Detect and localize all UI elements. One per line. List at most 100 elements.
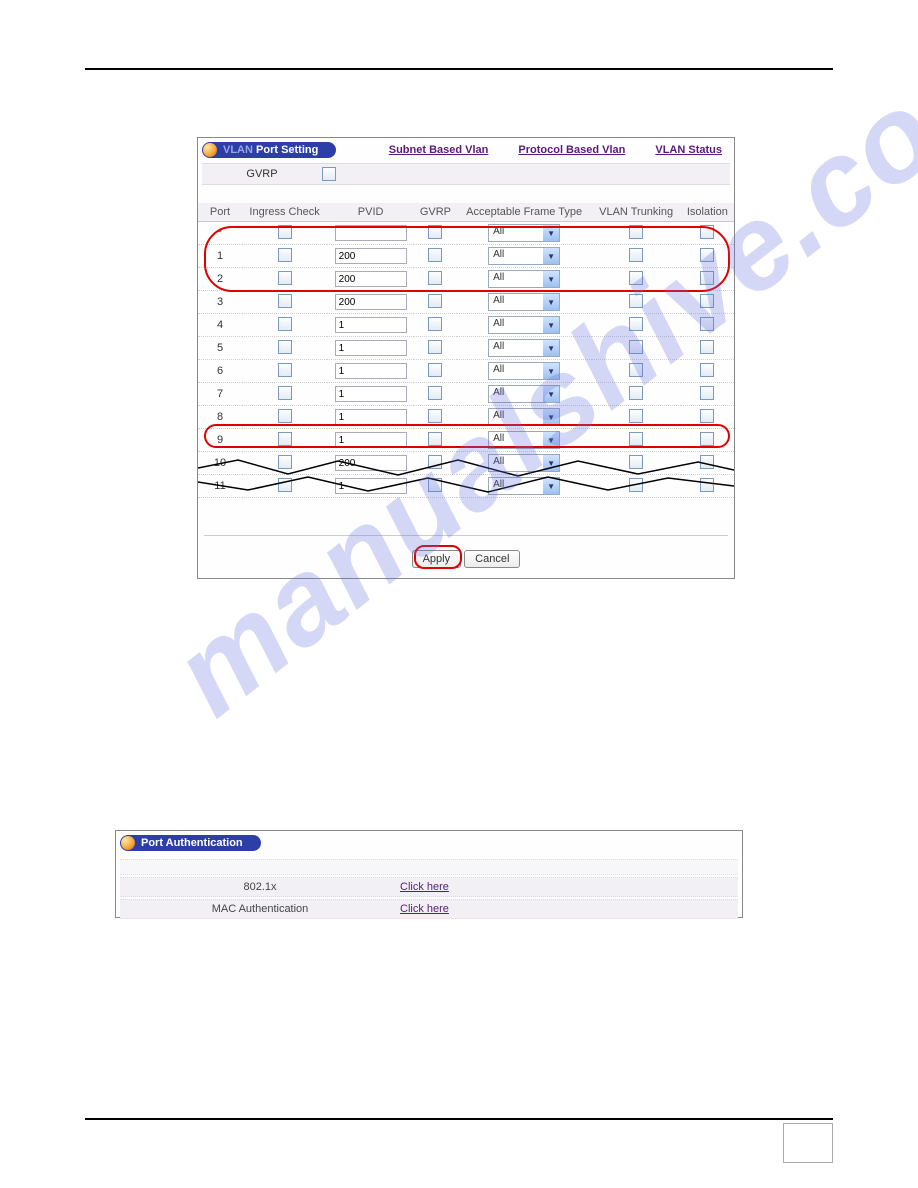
gvrp-checkbox[interactable]: [428, 432, 442, 446]
panel-title-pill-2: Port Authentication: [120, 835, 261, 851]
link-protocol-based-vlan[interactable]: Protocol Based Vlan: [518, 144, 625, 156]
cell-gvrp: [414, 291, 457, 314]
aft-select[interactable]: All▼: [488, 224, 560, 242]
cell-port: 1: [198, 245, 242, 268]
isolation-checkbox[interactable]: [700, 363, 714, 377]
cell-aft: All▼: [457, 245, 592, 268]
aft-select[interactable]: All▼: [488, 408, 560, 426]
gvrp-checkbox[interactable]: [428, 363, 442, 377]
trunking-checkbox[interactable]: [629, 340, 643, 354]
aft-select[interactable]: All▼: [488, 385, 560, 403]
isolation-checkbox[interactable]: [700, 386, 714, 400]
aft-select[interactable]: All▼: [488, 431, 560, 449]
gvrp-checkbox[interactable]: [428, 409, 442, 423]
aft-select[interactable]: All▼: [488, 247, 560, 265]
trunking-checkbox[interactable]: [629, 363, 643, 377]
trunking-checkbox[interactable]: [629, 225, 643, 239]
isolation-checkbox[interactable]: [700, 271, 714, 285]
pvid-input[interactable]: [335, 294, 407, 310]
trunking-checkbox[interactable]: [629, 248, 643, 262]
pvid-input[interactable]: [335, 409, 407, 425]
pvid-input[interactable]: [335, 340, 407, 356]
cell-ingress: [242, 360, 327, 383]
pvid-input[interactable]: [335, 225, 407, 241]
isolation-checkbox[interactable]: [700, 340, 714, 354]
cell-aft: All▼: [457, 222, 592, 245]
cell-trunking: [592, 429, 681, 452]
cell-trunking: [592, 314, 681, 337]
ingress-checkbox[interactable]: [278, 386, 292, 400]
link-subnet-based-vlan[interactable]: Subnet Based Vlan: [389, 144, 489, 156]
link-vlan-status[interactable]: VLAN Status: [655, 144, 722, 156]
aft-select[interactable]: All▼: [488, 362, 560, 380]
apply-button[interactable]: Apply: [412, 550, 462, 568]
trunking-checkbox[interactable]: [629, 317, 643, 331]
isolation-checkbox[interactable]: [700, 225, 714, 239]
aft-select-value: All: [489, 317, 543, 333]
pvid-input[interactable]: [335, 386, 407, 402]
gvrp-global-checkbox[interactable]: [322, 167, 336, 181]
gvrp-checkbox[interactable]: [428, 271, 442, 285]
chevron-down-icon: ▼: [543, 363, 559, 379]
ingress-checkbox[interactable]: [278, 340, 292, 354]
table-row: *All▼: [198, 222, 734, 245]
cell-ingress: [242, 383, 327, 406]
aft-select[interactable]: All▼: [488, 339, 560, 357]
chevron-down-icon: ▼: [543, 248, 559, 264]
ingress-checkbox[interactable]: [278, 432, 292, 446]
aft-select[interactable]: All▼: [488, 293, 560, 311]
cell-gvrp: [414, 383, 457, 406]
cell-gvrp: [414, 360, 457, 383]
ingress-checkbox[interactable]: [278, 248, 292, 262]
pvid-input[interactable]: [335, 271, 407, 287]
trunking-checkbox[interactable]: [629, 271, 643, 285]
isolation-checkbox[interactable]: [700, 248, 714, 262]
gvrp-checkbox[interactable]: [428, 340, 442, 354]
page-number-box: [783, 1123, 833, 1163]
pvid-input[interactable]: [335, 363, 407, 379]
aft-select-value: All: [489, 271, 543, 287]
ingress-checkbox[interactable]: [278, 271, 292, 285]
pvid-input[interactable]: [335, 317, 407, 333]
trunking-checkbox[interactable]: [629, 409, 643, 423]
cell-pvid: [327, 406, 414, 429]
label-8021x: 802.1x: [120, 881, 400, 893]
isolation-checkbox[interactable]: [700, 432, 714, 446]
gvrp-checkbox[interactable]: [428, 317, 442, 331]
table-row: 9All▼: [198, 429, 734, 452]
trunking-checkbox[interactable]: [629, 294, 643, 308]
ingress-checkbox[interactable]: [278, 363, 292, 377]
gvrp-checkbox[interactable]: [428, 225, 442, 239]
aft-select[interactable]: All▼: [488, 270, 560, 288]
isolation-checkbox[interactable]: [700, 294, 714, 308]
chevron-down-icon: ▼: [543, 409, 559, 425]
cell-aft: All▼: [457, 291, 592, 314]
page-bottom-rule: [85, 1118, 833, 1120]
ingress-checkbox[interactable]: [278, 317, 292, 331]
aft-select-value: All: [489, 363, 543, 379]
isolation-checkbox[interactable]: [700, 317, 714, 331]
trunking-checkbox[interactable]: [629, 386, 643, 400]
isolation-checkbox[interactable]: [700, 409, 714, 423]
pvid-input[interactable]: [335, 248, 407, 264]
link-8021x[interactable]: Click here: [400, 881, 449, 893]
cell-aft: All▼: [457, 360, 592, 383]
trunking-checkbox[interactable]: [629, 432, 643, 446]
ingress-checkbox[interactable]: [278, 225, 292, 239]
table-row: 4All▼: [198, 314, 734, 337]
aft-select-value: All: [489, 432, 543, 448]
cancel-button[interactable]: Cancel: [464, 550, 520, 568]
cell-trunking: [592, 291, 681, 314]
auth-row-8021x: 802.1x Click here: [120, 877, 738, 897]
aft-select-value: All: [489, 294, 543, 310]
ingress-checkbox[interactable]: [278, 294, 292, 308]
gvrp-checkbox[interactable]: [428, 294, 442, 308]
link-mac-auth[interactable]: Click here: [400, 903, 449, 915]
aft-select[interactable]: All▼: [488, 316, 560, 334]
gvrp-checkbox[interactable]: [428, 386, 442, 400]
ingress-checkbox[interactable]: [278, 409, 292, 423]
cell-pvid: [327, 383, 414, 406]
aft-select-value: All: [489, 409, 543, 425]
gvrp-checkbox[interactable]: [428, 248, 442, 262]
pvid-input[interactable]: [335, 432, 407, 448]
